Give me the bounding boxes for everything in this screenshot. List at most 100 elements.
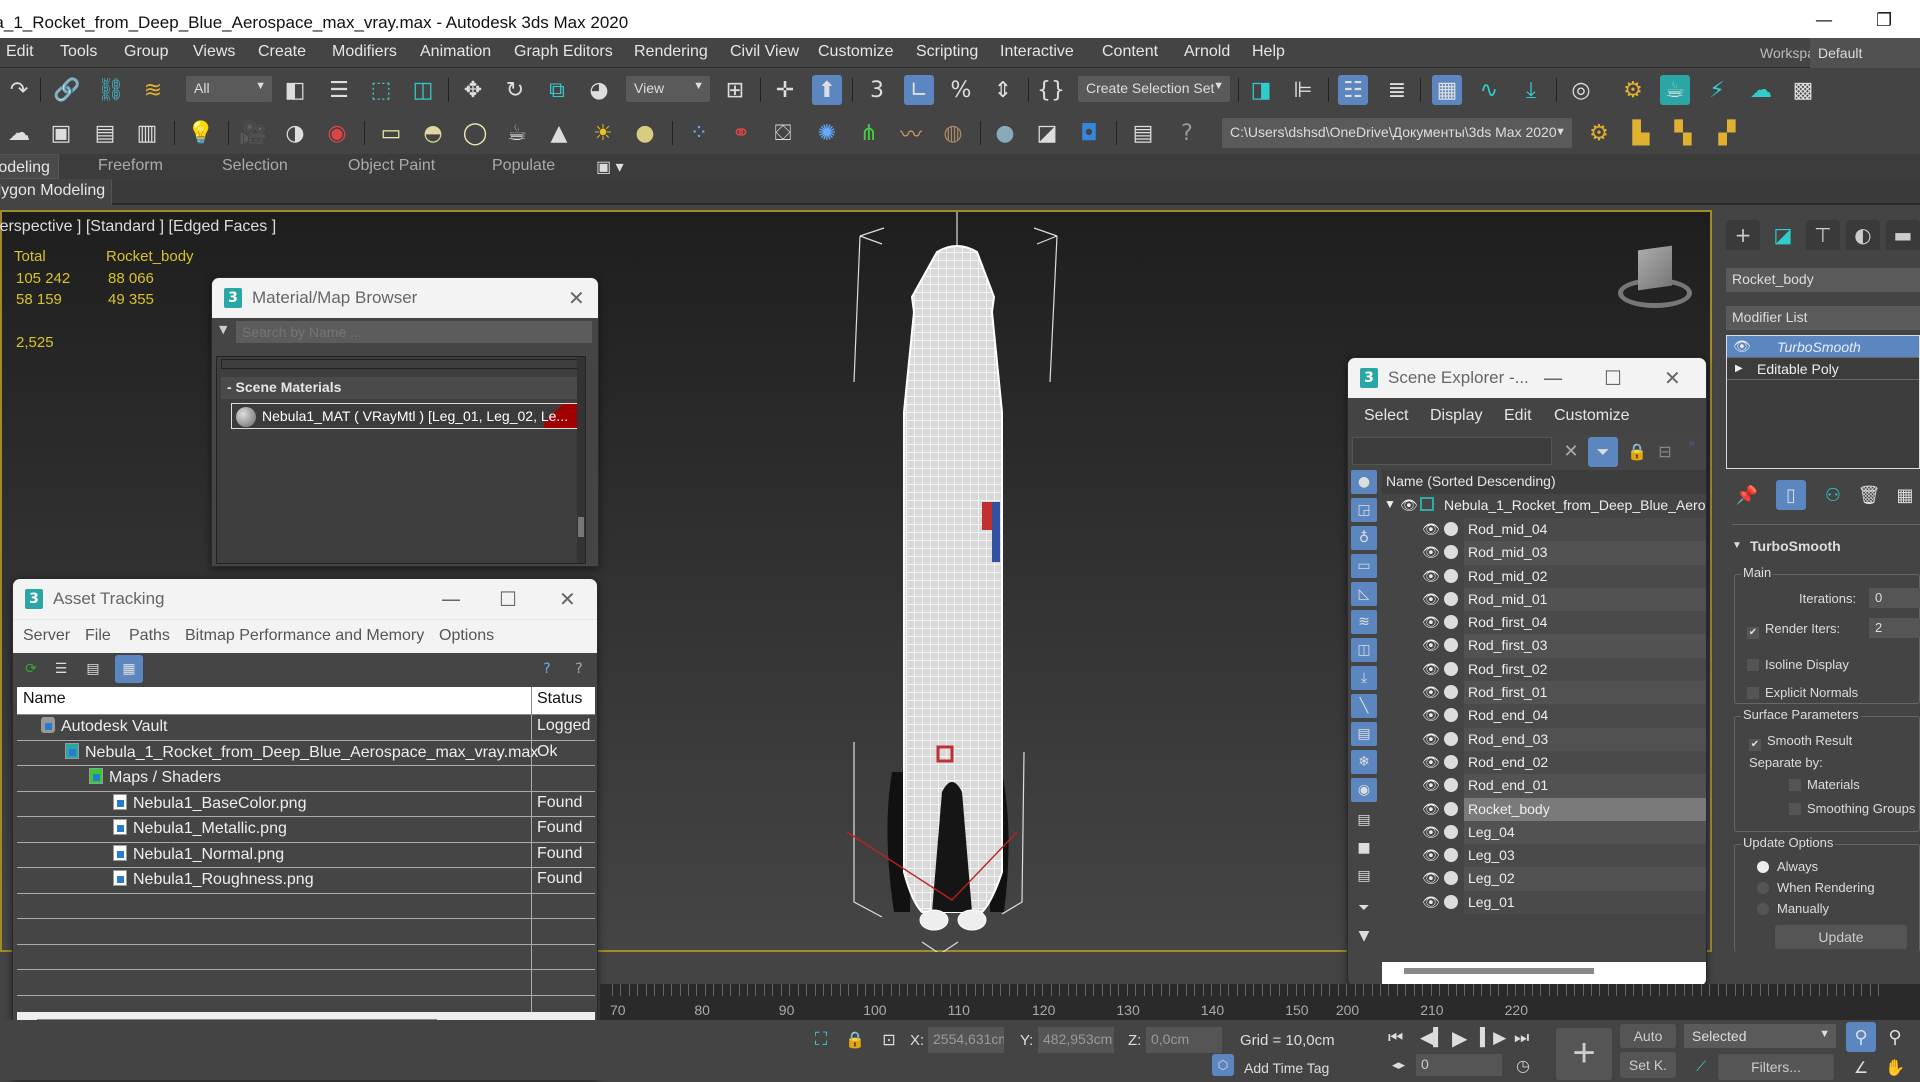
current-frame-spinner[interactable]: 0 [1416,1054,1502,1076]
scene-explorer-toggle-icon[interactable]: ☷ [1338,75,1368,105]
checkbox-icon[interactable] [1789,803,1801,815]
render-gallery-icon[interactable]: ▩ [1788,75,1818,105]
select-manipulate-icon[interactable]: ✛ [770,75,800,105]
smooth-result-checkbox[interactable]: ✔ Smooth Result [1749,733,1852,751]
remove-modifier-icon[interactable]: 🗑 [1854,480,1884,510]
radio-icon[interactable] [1757,903,1769,915]
pan-icon[interactable]: ✋ [1880,1052,1910,1082]
scale-icon[interactable]: ⧉ [542,75,572,105]
go-to-end-icon[interactable]: ⏭ [1514,1028,1529,1048]
menu-paths[interactable]: Paths [129,627,170,645]
render-iters-spinner[interactable]: 2 [1869,618,1920,638]
motion-tab-icon[interactable]: ◐ [1846,220,1880,250]
filter-settings-icon[interactable]: ⏷ [1351,896,1377,920]
menu-group[interactable]: Group [124,43,168,61]
show-end-result-icon[interactable]: ▯ [1776,480,1806,510]
menu-create[interactable]: Create [258,43,306,61]
checkbox-icon[interactable] [1747,687,1759,699]
material-editor-icon[interactable]: ◎ [1566,75,1596,105]
rollout-title[interactable]: TurboSmooth [1750,538,1841,554]
selection-filter-dropdown[interactable]: All ▼ [186,76,272,102]
material-search-input[interactable] [236,321,592,343]
go-to-start-icon[interactable]: ⏮ [1388,1028,1403,1048]
hair-ox-icon[interactable]: ◍ [938,118,968,148]
key-filter-dropdown[interactable]: Selected ▼ [1684,1024,1836,1048]
minimize-icon[interactable]: — [1543,366,1563,390]
display-groups-icon[interactable]: ◫ [1351,638,1377,662]
render-window-icon[interactable]: ▣ [46,118,76,148]
scene-object-row[interactable]: 👁 Rod_first_04 [1382,611,1706,635]
viewcube[interactable] [1614,245,1694,312]
zoom-all-icon[interactable]: ⚲ [1880,1022,1910,1052]
visibility-eye-icon[interactable]: 👁 [1422,824,1440,841]
menu-content[interactable]: Content [1102,43,1158,61]
asset-row[interactable]: Autodesk Vault Logged [17,715,595,741]
scene-object-row[interactable]: 👁 Rocket_body [1382,797,1706,821]
list-view-icon[interactable]: ☰ [49,657,73,681]
radio-icon[interactable] [1757,882,1769,894]
scene-tree-header[interactable]: Name (Sorted Descending) [1382,470,1706,494]
rocket-wireframe-model[interactable] [842,212,1082,952]
update-when-rendering-radio[interactable]: When Rendering [1757,880,1875,895]
filter-toggle-icon[interactable]: ▼ [1351,924,1377,948]
menu-views[interactable]: Views [193,43,235,61]
asset-row[interactable]: Maps / Shaders [17,766,595,792]
rotate-icon[interactable]: ↻ [500,75,530,105]
scene-explorer-titlebar[interactable]: 3 Scene Explorer -... — ☐ ✕ [1348,358,1706,398]
display-bones-icon[interactable]: ╲ [1351,694,1377,718]
make-unique-icon[interactable]: ⚇ [1818,480,1848,510]
render-setup-icon[interactable]: ⚙ [1618,75,1648,105]
scene-object-row[interactable]: 👁 Rod_mid_03 [1382,541,1706,565]
menu-scripting[interactable]: Scripting [916,43,978,61]
menu-customize[interactable]: Customize [1554,407,1630,425]
proxy-icon[interactable]: ⛋ [768,118,798,148]
column-header-status[interactable]: Status [537,690,582,708]
visibility-eye-icon[interactable]: 👁 [1422,544,1440,561]
render-production-icon[interactable]: ⚡ [1702,75,1732,105]
visibility-eye-icon[interactable]: 👁 [1733,338,1751,355]
close-icon[interactable]: ✕ [1664,366,1681,390]
checkbox-icon[interactable] [1747,659,1759,671]
ribbon-tab-object-paint[interactable]: Object Paint [348,157,435,175]
cone-icon[interactable]: ▲ [544,118,574,148]
ribbon-toggle-icon[interactable]: ▦ [1432,75,1462,105]
add-time-tag-button[interactable]: Add Time Tag [1244,1060,1329,1076]
workspaces-dropdown[interactable]: Default [1810,38,1920,68]
update-button[interactable]: Update [1775,925,1907,949]
help-icon[interactable]: ? [535,657,559,681]
light-lister-icon[interactable]: 💡 [186,118,216,148]
menu-animation[interactable]: Animation [420,43,491,61]
material-browser-titlebar[interactable]: 3 Material/Map Browser ✕ [212,278,598,318]
spinner-snap-icon[interactable]: ⇕ [988,75,1018,105]
visibility-eye-icon[interactable]: 👁 [1422,754,1440,771]
scene-object-row[interactable]: 👁 Leg_01 [1382,890,1706,915]
viewport-label[interactable]: [ Perspective ] [Standard ] [Edged Faces… [0,218,276,236]
scene-object-row[interactable]: 👁 Rod_mid_01 [1382,587,1706,612]
update-always-radio[interactable]: Always [1757,859,1818,874]
scene-tree-hscrollbar[interactable] [1382,962,1706,984]
x-coordinate-field[interactable]: 2554,631cm [928,1027,1004,1053]
asset-row[interactable]: Nebula1_Roughness.png Found [17,868,595,894]
project-folder-icon[interactable]: ▙ [1626,118,1656,148]
scene-states-icon[interactable]: ▤ [90,118,120,148]
scene-object-row[interactable]: 👁 Rod_end_01 [1382,774,1706,798]
scene-object-row[interactable]: 👁 Rod_mid_04 [1382,518,1706,542]
object-name-field[interactable]: Rocket_body [1726,268,1920,292]
scene-object-row[interactable]: 👁 Rod_end_04 [1382,704,1706,728]
scene-object-row[interactable]: 👁 Leg_02 [1382,867,1706,891]
material-item-nebula1[interactable]: Nebula1_MAT ( VRayMtl ) [Leg_01, Leg_02,… [231,403,581,429]
visibility-eye-icon[interactable]: 👁 [1422,894,1440,911]
project-settings-icon[interactable]: ⚙ [1584,118,1614,148]
menu-graph-editors[interactable]: Graph Editors [514,43,613,61]
cloud-icon[interactable]: ☁ [4,118,34,148]
display-frozen-icon[interactable]: ❄ [1351,750,1377,774]
modifier-list-dropdown[interactable]: Modifier List [1726,306,1920,330]
ribbon-tab-selection[interactable]: Selection [222,157,288,175]
display-helpers-icon[interactable]: ◺ [1351,582,1377,606]
menu-help[interactable]: Help [1252,43,1285,61]
scene-object-row[interactable]: 👁 Rod_end_03 [1382,727,1706,751]
menu-modifiers[interactable]: Modifiers [332,43,397,61]
field-of-view-icon[interactable]: ∠ [1846,1052,1876,1082]
tree-view-icon[interactable]: ▤ [81,657,105,681]
display-containers-icon[interactable]: ▤ [1351,722,1377,746]
